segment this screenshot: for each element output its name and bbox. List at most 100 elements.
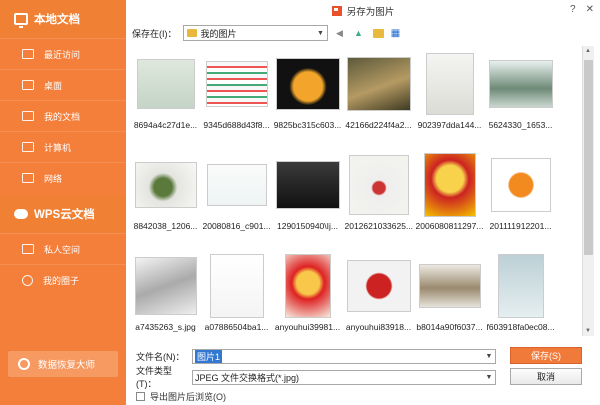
view-menu-icon[interactable]: ▦ bbox=[389, 26, 403, 40]
file-item[interactable]: a7435263_s.jpg bbox=[130, 254, 201, 336]
file-item[interactable]: b8014a90f6037... bbox=[414, 254, 485, 336]
file-item[interactable]: anyouhui83918... bbox=[343, 254, 414, 336]
file-name: 1290150940\Ij... bbox=[277, 221, 338, 231]
file-name: b8014a90f6037... bbox=[416, 322, 483, 332]
file-name: 20080816_c901... bbox=[202, 221, 271, 231]
sidebar-item-recent[interactable]: 最近访问 bbox=[0, 38, 126, 69]
chevron-down-icon[interactable]: ▼ bbox=[483, 371, 495, 385]
sidebar-item-computer[interactable]: 计算机 bbox=[0, 131, 126, 162]
recovery-icon bbox=[18, 358, 30, 370]
filename-row: 文件名(N)： 图片1 ▼ bbox=[136, 348, 496, 364]
filetype-row: 文件类型(T)： JPEG 文件交换格式(*.jpg) ▼ bbox=[136, 366, 496, 389]
chevron-down-icon[interactable]: ▼ bbox=[315, 26, 327, 40]
image-thumbnail bbox=[347, 58, 410, 110]
scrollbar[interactable]: ▲ ▼ bbox=[582, 46, 594, 336]
file-item[interactable]: 5624330_1653... bbox=[485, 52, 556, 145]
file-item[interactable]: 902397dda144... bbox=[414, 52, 485, 145]
new-folder-icon[interactable] bbox=[372, 28, 384, 38]
image-thumbnail bbox=[349, 156, 408, 214]
file-thumbnail-wrap bbox=[347, 52, 411, 116]
file-thumbnail-wrap bbox=[347, 254, 411, 318]
file-item[interactable]: 20080816_c901... bbox=[201, 153, 272, 246]
image-thumbnail bbox=[135, 163, 196, 207]
browse-after-label: 导出图片后浏览(O) bbox=[150, 392, 226, 402]
sidebar-item-label: 我的圈子 bbox=[43, 275, 80, 286]
sidebar-item-my-circle[interactable]: 我的圈子 bbox=[0, 264, 126, 295]
computer-icon bbox=[22, 142, 34, 152]
scroll-down-icon[interactable]: ▼ bbox=[585, 328, 591, 334]
filetype-value: JPEG 文件交换格式(*.jpg) bbox=[195, 372, 300, 383]
file-thumbnail-wrap bbox=[418, 153, 482, 217]
help-button[interactable]: ? bbox=[570, 4, 576, 15]
file-item[interactable]: a07886504ba1... bbox=[201, 254, 272, 336]
sidebar-item-network[interactable]: 网络 bbox=[0, 162, 126, 193]
sidebar-item-label: 我的文档 bbox=[44, 111, 81, 122]
file-thumbnail-wrap bbox=[489, 254, 553, 318]
file-thumbnail-wrap bbox=[276, 52, 340, 116]
sidebar-item-desktop[interactable]: 桌面 bbox=[0, 69, 126, 100]
sidebar-item-label: 计算机 bbox=[44, 142, 72, 153]
title-bar: 另存为图片 ? ✕ bbox=[126, 0, 600, 22]
wps-cloud-header[interactable]: WPS云文档 bbox=[0, 195, 126, 233]
data-recovery-button[interactable]: 数据恢复大师 bbox=[8, 351, 118, 377]
checkbox[interactable] bbox=[136, 392, 145, 401]
filename-label: 文件名(N)： bbox=[136, 351, 185, 362]
file-item[interactable]: 2012621033625... bbox=[343, 153, 414, 246]
file-name: 9825bc315c603... bbox=[273, 120, 342, 130]
file-item[interactable]: anyouhui39981... bbox=[272, 254, 343, 336]
file-thumbnail-wrap bbox=[134, 254, 198, 318]
file-thumbnail-wrap bbox=[489, 153, 553, 217]
file-item[interactable]: 1290150940\Ij... bbox=[272, 153, 343, 246]
file-thumbnail-wrap bbox=[347, 153, 411, 217]
scroll-thumb[interactable] bbox=[584, 60, 593, 255]
recent-icon bbox=[22, 49, 34, 59]
image-thumbnail bbox=[489, 61, 552, 107]
file-name: anyouhui83918... bbox=[345, 322, 412, 332]
up-folder-icon[interactable]: ▲ bbox=[352, 26, 366, 40]
chevron-down-icon[interactable]: ▼ bbox=[483, 350, 495, 364]
cloud-icon bbox=[14, 209, 28, 219]
local-docs-header[interactable]: 本地文档 bbox=[0, 0, 126, 38]
save-in-value: 我的图片 bbox=[200, 28, 237, 39]
save-button[interactable]: 保存(S) bbox=[510, 347, 582, 364]
sidebar-item-label: 最近访问 bbox=[44, 49, 81, 60]
sidebar-item-private-space[interactable]: 私人空间 bbox=[0, 233, 126, 264]
file-item[interactable]: 8694a4c27d1e... bbox=[130, 52, 201, 145]
image-thumbnail bbox=[276, 162, 339, 208]
filename-input[interactable]: 图片1 ▼ bbox=[192, 348, 496, 364]
wps-logo-icon bbox=[331, 6, 342, 16]
file-thumbnail-wrap bbox=[418, 52, 482, 116]
file-item[interactable]: 201111912201... bbox=[485, 153, 556, 246]
cancel-button[interactable]: 取消 bbox=[510, 368, 582, 385]
circle-icon bbox=[22, 274, 33, 286]
file-thumbnail-wrap bbox=[276, 153, 340, 217]
file-thumbnail-wrap bbox=[205, 254, 269, 318]
file-name: 5624330_1653... bbox=[488, 120, 553, 130]
data-recovery-label: 数据恢复大师 bbox=[38, 360, 96, 371]
back-icon[interactable]: ◀ bbox=[333, 26, 347, 40]
file-item[interactable]: 9345d688d43f8... bbox=[201, 52, 272, 145]
sidebar: 本地文档 最近访问 桌面 我的文档 计算机 网络 WPS云文档 私人空间 我的圈… bbox=[0, 0, 126, 405]
file-name: a7435263_s.jpg bbox=[135, 322, 196, 332]
file-name: 8842038_1206... bbox=[133, 221, 198, 231]
file-item[interactable]: 42166d224f4a2... bbox=[343, 52, 414, 145]
network-icon bbox=[22, 173, 34, 183]
image-thumbnail bbox=[207, 165, 266, 205]
browse-after-export[interactable]: 导出图片后浏览(O) bbox=[136, 390, 226, 403]
file-item[interactable]: 8842038_1206... bbox=[130, 153, 201, 246]
image-thumbnail bbox=[491, 159, 550, 211]
file-item[interactable]: f603918fa0ec08... bbox=[485, 254, 556, 336]
sidebar-item-documents[interactable]: 我的文档 bbox=[0, 100, 126, 131]
file-name: 9345d688d43f8... bbox=[203, 120, 270, 130]
file-thumbnail-wrap bbox=[489, 52, 553, 116]
save-in-select[interactable]: 我的图片 ▼ bbox=[182, 25, 328, 41]
scroll-up-icon[interactable]: ▲ bbox=[585, 48, 591, 54]
image-thumbnail bbox=[137, 60, 194, 108]
image-thumbnail bbox=[276, 59, 339, 109]
close-button[interactable]: ✕ bbox=[586, 4, 594, 15]
file-item[interactable]: 2006080811297... bbox=[414, 153, 485, 246]
file-list[interactable]: 8694a4c27d1e... 9345d688d43f8... 9825bc315… bbox=[126, 46, 588, 336]
image-thumbnail bbox=[135, 258, 196, 314]
file-item[interactable]: 9825bc315c603... bbox=[272, 52, 343, 145]
filetype-select[interactable]: JPEG 文件交换格式(*.jpg) ▼ bbox=[192, 369, 496, 385]
